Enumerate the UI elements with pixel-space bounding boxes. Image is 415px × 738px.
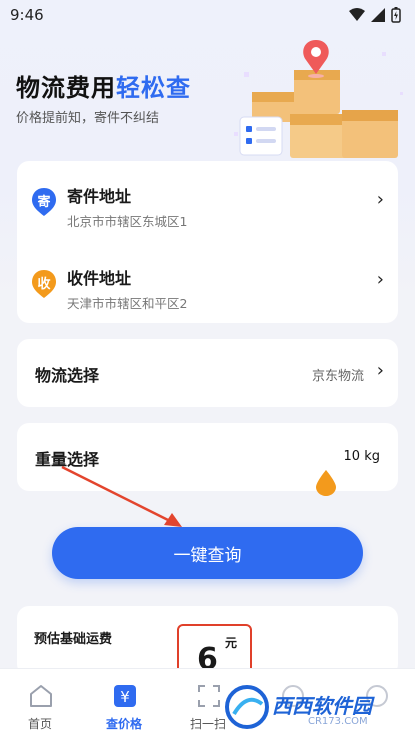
status-icons — [349, 7, 401, 23]
status-bar: 9:46 — [0, 0, 415, 30]
title-main: 物流费用 — [16, 74, 116, 102]
svg-text:¥: ¥ — [120, 688, 130, 706]
sender-badge-text: 寄 — [37, 195, 51, 210]
title-accent: 轻松查 — [116, 74, 191, 102]
estimate-unit: 元 — [225, 636, 238, 650]
watermark-text: 西西软件园 — [272, 694, 372, 718]
chevron-right-icon: › — [376, 269, 384, 290]
receiver-badge: 收 — [31, 269, 57, 299]
estimate-label: 预估基础运费 — [34, 632, 113, 647]
logistics-value: 京东物流 — [311, 369, 364, 384]
chevron-right-icon: › — [376, 360, 384, 381]
receiver-address-row[interactable]: 收 收件地址 天津市市辖区和平区2 › — [17, 253, 398, 328]
nav-label-home: 首页 — [27, 717, 52, 731]
watermark-logo: 西西软件园 CR173.COM — [222, 684, 415, 732]
nav-item-home[interactable]: 首页 — [0, 669, 80, 738]
wifi-icon — [349, 8, 365, 21]
logistics-select-row[interactable]: 物流选择 京东物流 › — [17, 339, 398, 407]
battery-icon — [391, 7, 401, 23]
sender-address-row[interactable]: 寄 寄件地址 北京市市辖区东城区1 › — [17, 171, 398, 246]
nav-item-price[interactable]: ¥ 查价格 — [84, 669, 164, 738]
estimate-card: 预估基础运费 6 元 — [17, 606, 398, 678]
page-title: 物流费用轻松查 — [16, 68, 191, 103]
sender-badge: 寄 — [31, 187, 57, 217]
watermark-logo-icon — [225, 685, 269, 729]
receiver-detail: 天津市市辖区和平区2 — [67, 296, 188, 311]
home-icon — [30, 685, 52, 707]
receiver-title: 收件地址 — [67, 269, 132, 288]
receiver-badge-text: 收 — [37, 277, 51, 292]
status-time: 9:46 — [10, 6, 44, 24]
address-card: 寄 寄件地址 北京市市辖区东城区1 › 收 收件地址 天津市市辖区和平区2 › — [17, 161, 398, 323]
annotation-arrow — [61, 465, 182, 527]
chevron-right-icon: › — [376, 189, 384, 210]
yuan-icon: ¥ — [114, 685, 136, 707]
sender-title: 寄件地址 — [67, 187, 132, 206]
logistics-label: 物流选择 — [35, 366, 100, 385]
sender-detail: 北京市市辖区东城区1 — [67, 214, 188, 229]
watermark-url: CR173.COM — [308, 716, 368, 727]
scan-icon — [198, 685, 220, 707]
parcel-illustration — [234, 40, 403, 158]
nav-label-price: 查价格 — [105, 717, 142, 731]
slider-handle-icon[interactable] — [314, 470, 338, 496]
query-button[interactable]: 一键查询 — [52, 527, 363, 579]
signal-icon — [371, 8, 385, 22]
page-subtitle: 价格提前知，寄件不纠结 — [16, 111, 160, 126]
weight-value: 10 kg — [343, 449, 380, 464]
